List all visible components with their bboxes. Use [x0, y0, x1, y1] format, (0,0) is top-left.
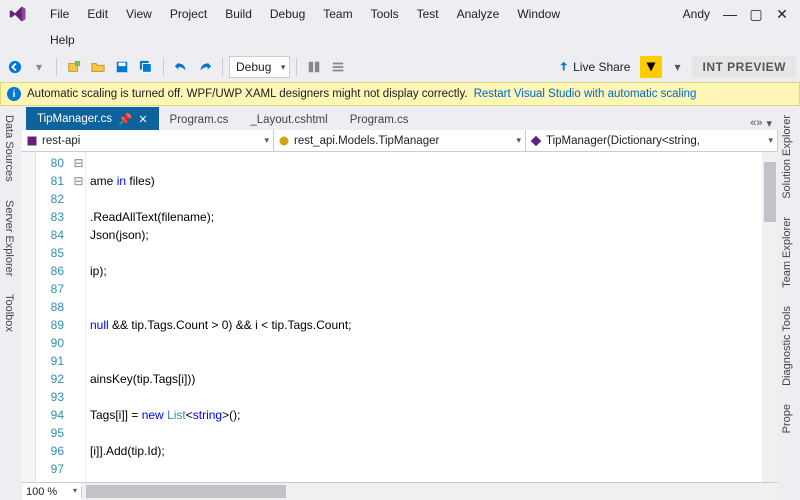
nav-scope-combo[interactable]: rest-api [22, 130, 274, 151]
new-project-button[interactable] [63, 56, 85, 78]
config-label: Debug [236, 60, 271, 74]
hscroll-thumb[interactable] [86, 485, 286, 498]
close-icon[interactable]: ✕ [138, 113, 147, 126]
nav-fwd-button[interactable]: ▾ [28, 56, 50, 78]
code-text[interactable]: ame in files) .ReadAllText(filename);Jso… [86, 152, 762, 482]
menu-test[interactable]: Test [409, 3, 447, 25]
open-button[interactable] [87, 56, 109, 78]
method-icon [530, 135, 542, 147]
live-share-label: Live Share [573, 60, 630, 74]
menu-bar-row2: Help [0, 28, 800, 52]
redo-button[interactable] [194, 56, 216, 78]
nav-member-label: TipManager(Dictionary<string, [546, 135, 700, 147]
pin-icon[interactable]: 📌 [118, 112, 132, 126]
breakpoint-margin[interactable] [22, 152, 36, 482]
tab-toolbox[interactable]: Toolbox [0, 285, 22, 341]
zoom-label: 100 % [26, 486, 57, 498]
tab-solution-explorer[interactable]: Solution Explorer [778, 106, 800, 208]
menu-bar: File Edit View Project Build Debug Team … [0, 0, 800, 28]
doc-tab-label: _Layout.cshtml [250, 114, 327, 126]
class-icon [278, 135, 290, 147]
doc-tab-label: Program.cs [170, 114, 229, 126]
maximize-button[interactable]: ▢ [746, 4, 766, 24]
main-area: Data Sources Server Explorer Toolbox Tip… [0, 106, 800, 500]
nav-type-combo[interactable]: rest_api.Models.TipManager [274, 130, 526, 151]
menu-view[interactable]: View [118, 3, 160, 25]
tab-server-explorer[interactable]: Server Explorer [0, 191, 22, 285]
menu-file[interactable]: File [42, 3, 77, 25]
tab-menu-button[interactable]: ▾ [766, 117, 772, 130]
hscroll-row: 100 % [22, 482, 778, 500]
menu-debug[interactable]: Debug [262, 3, 313, 25]
document-tabs: TipManager.cs 📌 ✕ Program.cs _Layout.csh… [22, 106, 778, 130]
toolbar: ▾ Debug Live Share ▾ INT PREVIEW [0, 52, 800, 82]
menu-edit[interactable]: Edit [79, 3, 116, 25]
right-tool-strip: Solution Explorer Team Explorer Diagnost… [778, 106, 800, 500]
doc-tab-program1[interactable]: Program.cs [159, 109, 240, 130]
info-link[interactable]: Restart Visual Studio with automatic sca… [474, 88, 697, 100]
doc-tab-label: Program.cs [350, 114, 409, 126]
save-button[interactable] [111, 56, 133, 78]
menu-team[interactable]: Team [315, 3, 360, 25]
menu-project[interactable]: Project [162, 3, 215, 25]
live-share-button[interactable]: Live Share [549, 58, 636, 76]
info-icon: i [7, 87, 21, 101]
horizontal-scrollbar[interactable] [82, 483, 778, 500]
menu-items: File Edit View Project Build Debug Team … [42, 3, 568, 25]
share-icon [555, 60, 569, 74]
info-text: Automatic scaling is turned off. WPF/UWP… [27, 88, 468, 100]
extra-btn-1[interactable] [303, 56, 325, 78]
menu-window[interactable]: Window [509, 3, 568, 25]
menu-help[interactable]: Help [42, 29, 83, 51]
outline-margin[interactable]: ⊟⊟ [72, 152, 86, 482]
preview-feedback-button[interactable] [640, 56, 662, 78]
nav-type-label: rest_api.Models.TipManager [294, 135, 439, 147]
project-icon [26, 135, 38, 147]
undo-button[interactable] [170, 56, 192, 78]
vertical-scrollbar[interactable] [762, 152, 778, 482]
extra-btn-2[interactable] [327, 56, 349, 78]
line-numbers: 8081828384858687888990919293949596979899 [36, 152, 72, 482]
preview-options-button[interactable]: ▾ [666, 56, 688, 78]
save-all-button[interactable] [135, 56, 157, 78]
zoom-combo[interactable]: 100 % [22, 486, 82, 498]
menu-tools[interactable]: Tools [363, 3, 407, 25]
nav-bar: rest-api rest_api.Models.TipManager TipM… [22, 130, 778, 152]
tab-team-explorer[interactable]: Team Explorer [778, 208, 800, 297]
doc-tab-tipmanager[interactable]: TipManager.cs 📌 ✕ [26, 107, 159, 130]
doc-tab-layout[interactable]: _Layout.cshtml [239, 109, 338, 130]
doc-tab-label: TipManager.cs [37, 113, 112, 125]
vs-logo [4, 0, 32, 28]
menu-analyze[interactable]: Analyze [449, 3, 508, 25]
vscroll-thumb[interactable] [764, 162, 776, 222]
tab-overflow-button[interactable]: «» [750, 117, 762, 130]
tab-properties[interactable]: Prope [778, 395, 800, 442]
menu-build[interactable]: Build [217, 3, 260, 25]
tab-data-sources[interactable]: Data Sources [0, 106, 22, 191]
close-button[interactable]: ✕ [772, 4, 792, 24]
int-preview-badge: INT PREVIEW [692, 56, 796, 78]
tab-diagnostic-tools[interactable]: Diagnostic Tools [778, 297, 800, 395]
minimize-button[interactable]: — [720, 4, 740, 24]
code-editor[interactable]: 8081828384858687888990919293949596979899… [22, 152, 778, 482]
user-name[interactable]: Andy [679, 7, 714, 21]
info-bar: i Automatic scaling is turned off. WPF/U… [0, 82, 800, 106]
left-tool-strip: Data Sources Server Explorer Toolbox [0, 106, 22, 500]
nav-member-combo[interactable]: TipManager(Dictionary<string, [526, 130, 778, 151]
nav-scope-label: rest-api [42, 135, 80, 147]
editor-area: TipManager.cs 📌 ✕ Program.cs _Layout.csh… [22, 106, 778, 500]
nav-back-button[interactable] [4, 56, 26, 78]
doc-tab-program2[interactable]: Program.cs [339, 109, 420, 130]
config-combo[interactable]: Debug [229, 56, 290, 78]
